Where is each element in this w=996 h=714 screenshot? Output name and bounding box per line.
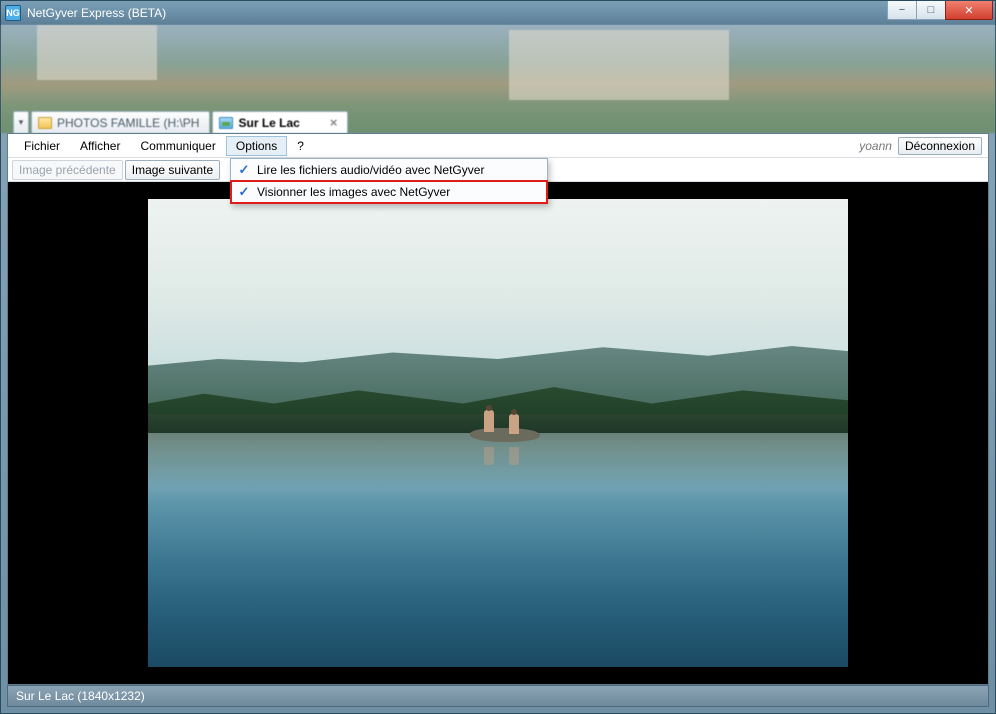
app-icon: NG xyxy=(5,5,21,21)
image-icon xyxy=(219,117,233,129)
close-button[interactable]: ✕ xyxy=(945,1,993,20)
check-icon: ✓ xyxy=(231,184,257,200)
folder-icon xyxy=(38,117,52,129)
option-play-media[interactable]: ✓ Lire les fichiers audio/vidéo avec Net… xyxy=(231,159,547,181)
app-window: NG NetGyver Express (BETA) − □ ✕ ▾ PHOTO… xyxy=(0,0,996,714)
window-title: NetGyver Express (BETA) xyxy=(27,6,166,20)
menu-afficher[interactable]: Afficher xyxy=(70,136,130,156)
tab-close-icon[interactable]: × xyxy=(330,115,338,130)
photo-content xyxy=(148,199,848,667)
client-area: Fichier Afficher Communiquer Options ? y… xyxy=(7,133,989,685)
option-label: Visionner les images avec NetGyver xyxy=(257,185,450,199)
tab-label: Sur Le Lac xyxy=(238,116,299,130)
check-icon: ✓ xyxy=(231,162,257,178)
option-view-images[interactable]: ✓ Visionner les images avec NetGyver xyxy=(231,181,547,203)
menu-fichier[interactable]: Fichier xyxy=(14,136,70,156)
menubar: Fichier Afficher Communiquer Options ? y… xyxy=(8,134,988,158)
titlebar[interactable]: NG NetGyver Express (BETA) − □ ✕ xyxy=(1,1,995,25)
header-background: ▾ PHOTOS FAMILLE (H:\PH Sur Le Lac × xyxy=(1,25,995,133)
minimize-button[interactable]: − xyxy=(887,1,917,20)
tab-sur-le-lac[interactable]: Sur Le Lac × xyxy=(212,111,348,133)
prev-image-button[interactable]: Image précédente xyxy=(12,160,123,180)
tab-label: PHOTOS FAMILLE (H:\PH xyxy=(57,116,199,130)
next-image-button[interactable]: Image suivante xyxy=(125,160,220,180)
username-label: yoann xyxy=(859,139,892,153)
menu-help[interactable]: ? xyxy=(287,136,314,156)
menu-communiquer[interactable]: Communiquer xyxy=(130,136,225,156)
image-viewer[interactable] xyxy=(8,182,988,684)
status-text: Sur Le Lac (1840x1232) xyxy=(16,689,145,703)
options-dropdown: ✓ Lire les fichiers audio/vidéo avec Net… xyxy=(230,158,548,204)
tab-photos-famille[interactable]: PHOTOS FAMILLE (H:\PH xyxy=(31,111,210,133)
tab-list-dropdown[interactable]: ▾ xyxy=(13,111,29,133)
window-controls: − □ ✕ xyxy=(888,1,993,20)
maximize-button[interactable]: □ xyxy=(916,1,946,20)
menu-options[interactable]: Options xyxy=(226,136,287,156)
statusbar: Sur Le Lac (1840x1232) xyxy=(7,685,989,707)
logout-button[interactable]: Déconnexion xyxy=(898,137,982,155)
option-label: Lire les fichiers audio/vidéo avec NetGy… xyxy=(257,163,484,177)
tab-strip: ▾ PHOTOS FAMILLE (H:\PH Sur Le Lac × xyxy=(13,109,348,133)
